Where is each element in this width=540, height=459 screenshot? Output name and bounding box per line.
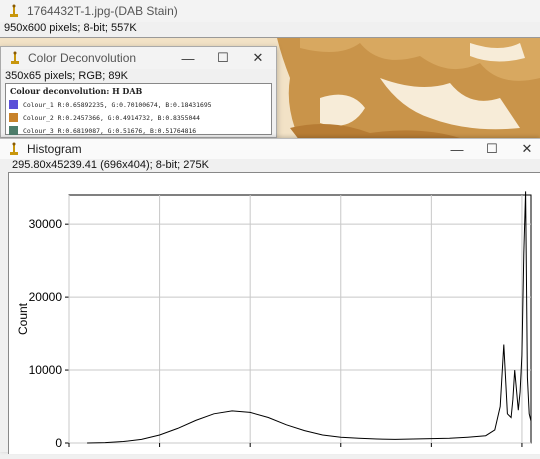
histogram-plot-panel[interactable]: 0 10000 20000 30000 Count xyxy=(8,172,540,454)
histogram-info: 295.80x45239.41 (696x404); 8-bit; 275K xyxy=(12,159,209,171)
y-tick-label: 10000 xyxy=(29,363,63,377)
deconv-vector-table: Colour deconvolution: H DAB Colour_1 R:0… xyxy=(5,83,272,135)
histogram-minimize-button[interactable]: — xyxy=(440,139,474,159)
image-window-title: 1764432T-1.jpg-(DAB Stain) xyxy=(27,4,178,18)
histogram-title: Histogram xyxy=(27,142,82,156)
histogram-series-line xyxy=(87,191,532,444)
histogram-window: Histogram — ☐ ✕ 295.80x45239.41 (696x404… xyxy=(0,138,540,454)
histogram-close-button[interactable]: ✕ xyxy=(510,139,540,159)
colour-3-swatch xyxy=(9,126,18,135)
y-axis-label: Count xyxy=(16,302,30,335)
deconv-minimize-button[interactable]: — xyxy=(171,47,205,69)
image-window-titlebar[interactable]: 1764432T-1.jpg-(DAB Stain) xyxy=(0,0,540,22)
imagej-icon xyxy=(10,142,18,155)
deconv-row: Colour_2 R:0.2457366, G:0.4914732, B:0.8… xyxy=(6,111,271,124)
histogram-chart: 0 10000 20000 30000 Count xyxy=(16,191,532,450)
y-tick-label: 30000 xyxy=(29,217,63,231)
histogram-maximize-button[interactable]: ☐ xyxy=(475,139,509,159)
image-window-close[interactable] xyxy=(506,0,540,22)
deconv-row: Colour_3 R:0.6819087, G:0.51676, B:0.517… xyxy=(6,124,271,137)
colour-2-label: Colour_2 R:0.2457366, G:0.4914732, B:0.8… xyxy=(23,113,200,122)
deconv-title: Color Deconvolution xyxy=(28,51,137,65)
y-tick-label: 0 xyxy=(55,436,62,450)
deconv-maximize-button[interactable]: ☐ xyxy=(206,47,240,69)
deconv-header: Colour deconvolution: H DAB xyxy=(10,86,143,96)
plot-frame xyxy=(68,194,532,444)
colour-3-label: Colour_3 R:0.6819087, G:0.51676, B:0.517… xyxy=(23,126,197,135)
imagej-icon xyxy=(11,51,19,64)
color-deconvolution-window: Color Deconvolution — ☐ ✕ 350x65 pixels;… xyxy=(0,46,277,138)
deconv-close-button[interactable]: ✕ xyxy=(241,47,275,69)
y-tick-label: 20000 xyxy=(29,290,63,304)
deconv-info: 350x65 pixels; RGB; 89K xyxy=(5,70,128,82)
image-info: 950x600 pixels; 8-bit; 557K xyxy=(4,22,137,34)
imagej-icon xyxy=(10,4,18,17)
colour-1-label: Colour_1 R:0.65892235, G:0.70100674, B:0… xyxy=(23,100,212,109)
deconv-row: Colour_1 R:0.65892235, G:0.70100674, B:0… xyxy=(6,98,271,111)
colour-2-swatch xyxy=(9,113,18,122)
colour-1-swatch xyxy=(9,100,18,109)
